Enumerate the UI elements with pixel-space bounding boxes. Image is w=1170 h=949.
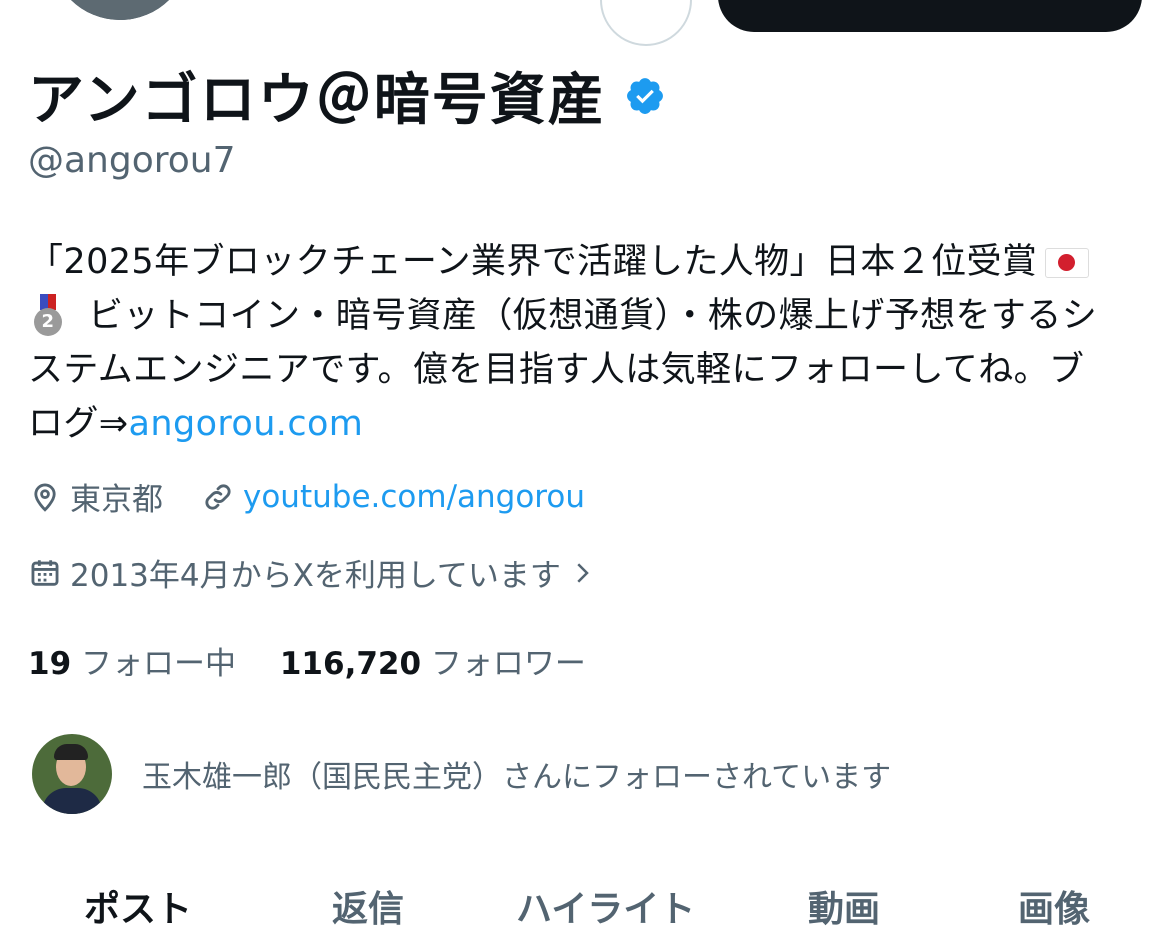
following-count: 19	[28, 646, 72, 682]
joined-text: 2013年4月からXを利用しています	[70, 558, 561, 594]
bio-line-4: ログ⇒	[28, 404, 129, 444]
verified-badge-icon[interactable]	[624, 75, 666, 117]
tab-images[interactable]: 画像	[1018, 880, 1090, 932]
follow-button[interactable]	[718, 0, 1142, 32]
profile-tabs: ポスト 返信 ハイライト 動画 画像	[0, 870, 1170, 940]
follow-counts: 19 フォロー中 116,720 フォロワー	[28, 638, 586, 683]
tab-replies[interactable]: 返信	[332, 880, 404, 932]
joined-row[interactable]: 2013年4月からXを利用しています	[28, 550, 605, 595]
profile-meta-row: 東京都 youtube.com/angorou	[28, 474, 585, 519]
tab-videos[interactable]: 動画	[808, 880, 880, 932]
japan-flag-icon	[1045, 248, 1090, 278]
display-name: アンゴロウ＠暗号資産	[28, 68, 606, 133]
following-link[interactable]: 19 フォロー中	[28, 646, 236, 682]
bio: 「2025年ブロックチェーン業界で活躍した人物」日本２位受賞 2 ビットコイン・暗…	[28, 235, 1143, 451]
profile-name-row: アンゴロウ＠暗号資産	[28, 55, 666, 136]
calendar-icon	[31, 559, 59, 586]
following-label: フォロー中	[81, 646, 236, 682]
tab-posts[interactable]: ポスト	[84, 880, 192, 932]
link-icon	[205, 483, 231, 510]
followers-label: フォロワー	[430, 646, 586, 682]
message-button[interactable]	[600, 0, 692, 46]
followed-by-text: 玉木雄一郎（国民民主党）さんにフォローされています	[142, 760, 892, 795]
followed-by-row[interactable]: 玉木雄一郎（国民民主党）さんにフォローされています	[32, 734, 891, 814]
followers-count: 116,720	[279, 646, 422, 682]
handle: @angorou7	[28, 140, 236, 181]
bio-line-1: 「2025年ブロックチェーン業界で活躍した人物」日本２位受賞	[28, 242, 1038, 282]
follower-avatar	[32, 734, 112, 814]
tab-highlights[interactable]: ハイライト	[516, 880, 695, 932]
bio-line-3: ステムエンジニアです。億を目指す人は気軽にフォローしてね。ブ	[28, 350, 1085, 390]
location-text: 東京都	[70, 482, 163, 518]
second-place-medal-icon: 2	[28, 294, 68, 340]
profile-avatar[interactable]	[50, 0, 190, 20]
website-link[interactable]: youtube.com/angorou	[243, 479, 585, 515]
bio-link[interactable]: angorou.com	[129, 404, 364, 444]
bio-line-2: ビットコイン・暗号資産（仮想通貨）・株の爆上げ予想をするシ	[88, 296, 1098, 336]
followers-link[interactable]: 116,720 フォロワー	[280, 646, 586, 682]
chevron-right-icon	[577, 562, 589, 583]
location-pin-icon	[34, 483, 56, 512]
